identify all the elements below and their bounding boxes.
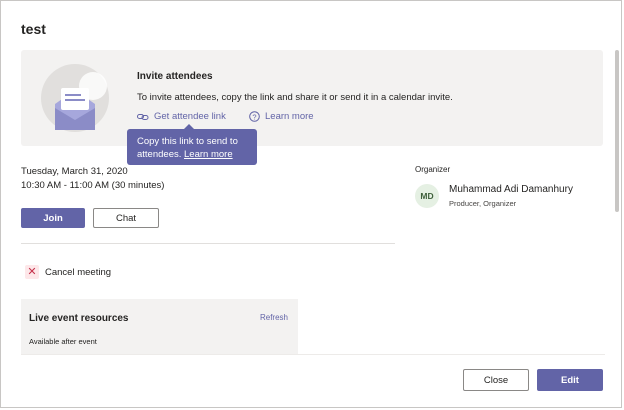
invite-attendees-panel: Invite attendees To invite attendees, co… xyxy=(21,50,603,146)
organizer-label: Organizer xyxy=(415,165,451,174)
envelope-illustration xyxy=(41,64,109,132)
footer-divider xyxy=(21,354,605,355)
resources-status: Available after event xyxy=(29,337,97,346)
svg-text:?: ? xyxy=(252,112,256,121)
learn-more-label: Learn more xyxy=(265,111,314,122)
get-attendee-link[interactable]: Get attendee link xyxy=(137,111,226,122)
learn-more-link[interactable]: ? Learn more xyxy=(249,111,314,122)
refresh-link[interactable]: Refresh xyxy=(260,313,288,322)
event-time: 10:30 AM - 11:00 AM (30 minutes) xyxy=(21,180,165,191)
close-icon: ✕ xyxy=(25,265,39,279)
tooltip-learn-more-link[interactable]: Learn more xyxy=(184,149,233,160)
section-divider xyxy=(21,243,395,244)
invite-heading: Invite attendees xyxy=(137,71,213,82)
avatar: MD xyxy=(415,184,439,208)
cancel-meeting-label: Cancel meeting xyxy=(45,266,112,278)
get-attendee-link-label: Get attendee link xyxy=(154,111,226,122)
cancel-meeting-button[interactable]: ✕ Cancel meeting xyxy=(25,265,111,279)
dialog-title: test xyxy=(21,21,46,37)
help-circle-icon: ? xyxy=(249,111,260,122)
resources-title: Live event resources xyxy=(29,313,129,324)
join-button[interactable]: Join xyxy=(21,208,85,228)
organizer-role: Producer, Organizer xyxy=(449,199,517,208)
organizer-name: Muhammad Adi Damanhury xyxy=(449,184,573,195)
link-icon xyxy=(137,113,149,120)
live-event-resources-card: Live event resources Refresh Available a… xyxy=(21,299,298,355)
close-button[interactable]: Close xyxy=(463,369,529,391)
scrollbar[interactable] xyxy=(615,50,619,212)
event-date: Tuesday, March 31, 2020 xyxy=(21,166,128,177)
copy-link-tooltip: Copy this link to send to attendees. Lea… xyxy=(127,124,257,165)
chat-button[interactable]: Chat xyxy=(93,208,159,228)
meeting-details-dialog: test Invite attendees To invite attendee… xyxy=(0,0,622,408)
invite-description: To invite attendees, copy the link and s… xyxy=(137,92,453,103)
edit-button[interactable]: Edit xyxy=(537,369,603,391)
